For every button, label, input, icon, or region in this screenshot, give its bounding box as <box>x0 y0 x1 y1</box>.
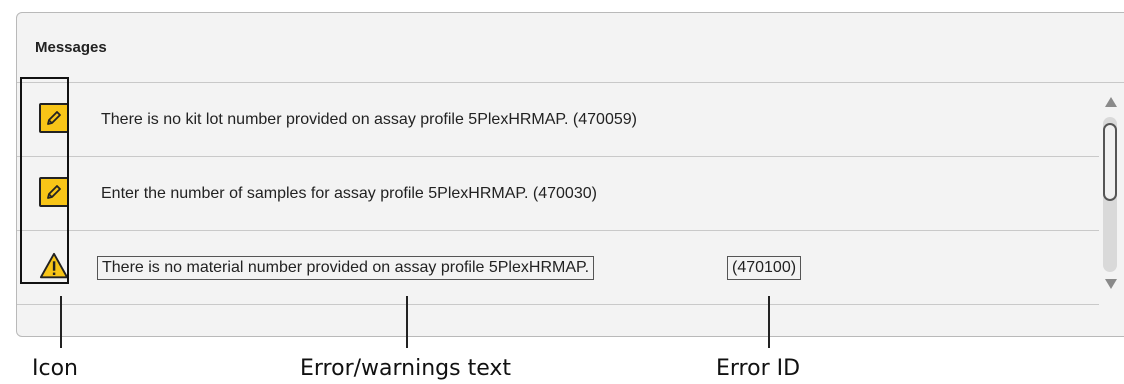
list-item[interactable]: There is no kit lot number provided on a… <box>17 83 1099 157</box>
text-callout-line <box>406 296 408 348</box>
scroll-up-arrow-icon[interactable] <box>1105 97 1117 107</box>
error-id: (470100) <box>727 256 802 280</box>
icon-callout-label: Icon <box>32 356 78 381</box>
panel-title: Messages <box>35 39 107 56</box>
messages-panel: Messages There is no kit lot number prov… <box>16 12 1124 337</box>
list-item[interactable]: Enter the number of samples for assay pr… <box>17 157 1099 231</box>
scroll-thumb[interactable] <box>1103 123 1117 201</box>
text-callout-label: Error/warnings text <box>300 356 512 381</box>
message-text: Enter the number of samples for assay pr… <box>101 185 597 202</box>
icon-callout-line <box>60 296 62 348</box>
message-text: There is no material number provided on … <box>97 256 595 280</box>
message-text: There is no kit lot number provided on a… <box>101 111 637 128</box>
error-id-callout-line <box>768 296 770 348</box>
messages-list[interactable]: There is no kit lot number provided on a… <box>17 83 1099 308</box>
vertical-scrollbar[interactable] <box>1101 93 1124 293</box>
list-item[interactable]: There is no material number provided on … <box>17 231 1099 305</box>
scroll-down-arrow-icon[interactable] <box>1105 279 1117 289</box>
icon-column-highlight <box>20 77 69 284</box>
error-id-callout-label: Error ID <box>716 356 801 381</box>
messages-header: Messages <box>17 13 1124 83</box>
